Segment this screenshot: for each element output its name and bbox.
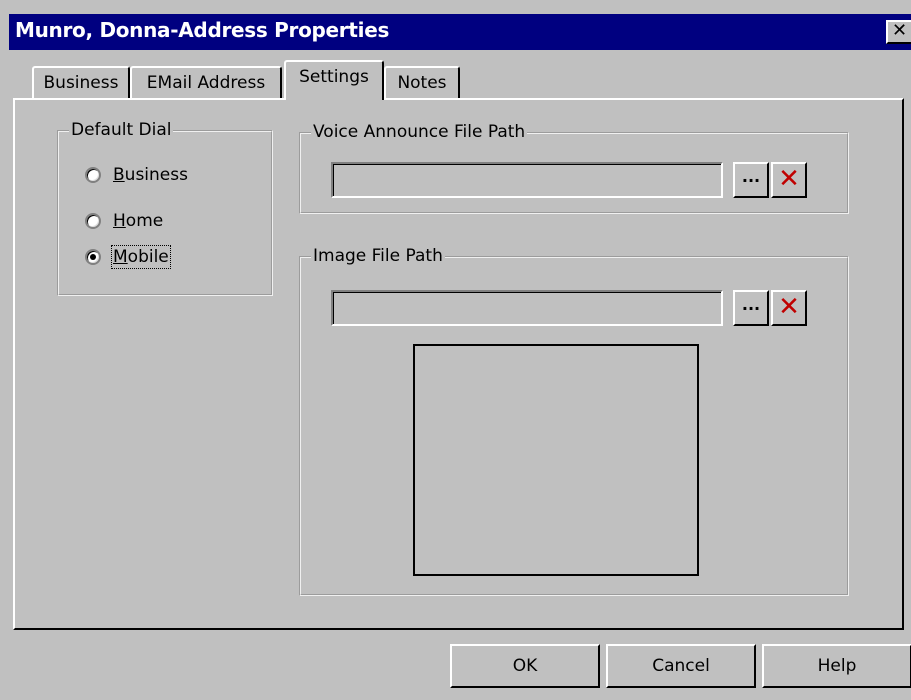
clear-x-icon: ✕ xyxy=(778,292,800,322)
image-file-legend: Image File Path xyxy=(311,245,445,267)
voice-announce-group: Voice Announce File Path ... ✕ xyxy=(299,121,849,214)
image-file-browse-button[interactable]: ... xyxy=(733,290,769,326)
help-button[interactable]: Help xyxy=(762,644,911,688)
address-properties-dialog: Munro, Donna-Address Properties ✕ Busine… xyxy=(0,0,911,700)
radio-mobile-label: Mobile xyxy=(111,245,171,269)
radio-mobile[interactable]: Mobile xyxy=(85,244,171,270)
help-button-label: Help xyxy=(817,656,857,676)
ok-button[interactable]: OK xyxy=(450,644,600,688)
close-icon: ✕ xyxy=(891,20,908,41)
ellipsis-icon: ... xyxy=(741,295,761,314)
tab-notes-label: Notes xyxy=(397,73,447,93)
voice-announce-path-field[interactable] xyxy=(331,162,723,198)
voice-announce-browse-button[interactable]: ... xyxy=(733,162,769,198)
radio-home[interactable]: Home xyxy=(85,208,163,234)
voice-announce-clear-button[interactable]: ✕ xyxy=(771,162,807,198)
default-dial-legend: Default Dial xyxy=(69,119,174,141)
tab-business-label: Business xyxy=(43,73,119,93)
tab-email-address-label: EMail Address xyxy=(146,73,266,93)
tab-business[interactable]: Business xyxy=(32,66,130,100)
cancel-button-label: Cancel xyxy=(652,656,710,676)
radio-home-indicator[interactable] xyxy=(85,213,101,229)
default-dial-group: Default Dial Business Home Mobile xyxy=(57,119,273,296)
window-title: Munro, Donna-Address Properties xyxy=(15,18,390,42)
tab-email-address[interactable]: EMail Address xyxy=(130,66,282,100)
image-preview xyxy=(413,344,699,576)
title-bar[interactable]: Munro, Donna-Address Properties ✕ xyxy=(9,14,911,50)
voice-announce-legend: Voice Announce File Path xyxy=(311,121,528,143)
settings-tab-panel: Default Dial Business Home Mobile Voice … xyxy=(13,98,904,630)
radio-home-label: Home xyxy=(113,211,164,231)
cancel-button[interactable]: Cancel xyxy=(606,644,756,688)
image-file-path-field[interactable] xyxy=(331,290,723,326)
tab-notes[interactable]: Notes xyxy=(384,66,460,100)
close-button[interactable]: ✕ xyxy=(886,20,911,44)
radio-business[interactable]: Business xyxy=(85,162,188,188)
clear-x-icon: ✕ xyxy=(778,164,800,194)
tab-settings-label: Settings xyxy=(299,67,369,87)
ellipsis-icon: ... xyxy=(741,167,761,186)
image-file-clear-button[interactable]: ✕ xyxy=(771,290,807,326)
radio-business-indicator[interactable] xyxy=(85,167,101,183)
radio-mobile-indicator[interactable] xyxy=(85,249,101,265)
image-file-group: Image File Path ... ✕ xyxy=(299,245,849,596)
ok-button-label: OK xyxy=(512,656,538,676)
tab-settings[interactable]: Settings xyxy=(284,60,384,100)
radio-business-label: Business xyxy=(113,165,188,185)
